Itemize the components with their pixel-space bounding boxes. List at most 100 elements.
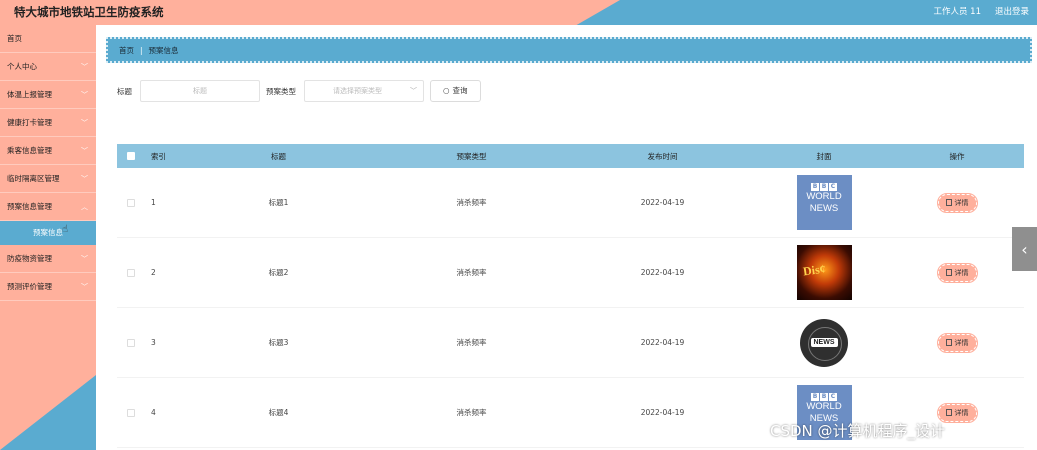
row-index: 4 — [151, 408, 156, 417]
row-cover-cell: NEWS — [758, 315, 890, 370]
row-checkbox[interactable] — [127, 338, 135, 347]
header-checkbox-cell — [117, 152, 145, 160]
bbc-block: B — [811, 183, 819, 191]
sidebar-item-temperature[interactable]: 体温上报管理 ﹀ — [0, 81, 96, 109]
detail-button[interactable]: 详情 — [936, 262, 978, 283]
query-button-label: 查询 — [452, 86, 468, 95]
bbc-block: C — [829, 393, 837, 401]
bbc-block: B — [820, 393, 828, 401]
sidebar-item-label: 个人中心 — [7, 62, 37, 71]
sidebar-item-label: 体温上报管理 — [7, 90, 52, 99]
row-checkbox[interactable] — [127, 408, 135, 417]
row-title: 标题2 — [268, 268, 289, 277]
row-op-cell: 详情 — [890, 402, 1024, 423]
chevron-down-icon: ﹀ — [81, 175, 88, 183]
chevron-down-icon: ﹀ — [81, 63, 88, 71]
row-checkbox[interactable] — [127, 198, 135, 207]
sidebar-item-plan[interactable]: 预案信息管理 ︿ — [0, 193, 96, 221]
detail-button[interactable]: 详情 — [936, 192, 978, 213]
table-row: 1 标题1 消杀频率 2022-04-19 B B C WORLD NEWS 详… — [117, 168, 1024, 238]
chevron-up-icon: ︿ — [81, 203, 88, 211]
row-type: 消杀频率 — [456, 198, 487, 207]
row-type: 消杀频率 — [456, 268, 487, 277]
bbc-line-2: NEWS — [809, 203, 839, 214]
search-icon: ○ — [443, 86, 450, 95]
row-index: 3 — [151, 338, 156, 347]
sidebar: 首页 个人中心 ﹀ 体温上报管理 ﹀ 健康打卡管理 ﹀ 乘客信息管理 ﹀ 临时隔… — [0, 25, 96, 450]
cover-image-bbc: B B C WORLD NEWS — [796, 175, 852, 230]
sidebar-subitem-plan-info[interactable]: 预案信息 — [0, 221, 96, 245]
type-label: 预案类型 — [266, 86, 296, 96]
row-op-cell: 详情 — [890, 262, 1024, 283]
type-select[interactable]: 请选择预案类型 ﹀ — [304, 80, 424, 102]
row-checkbox-cell — [117, 338, 145, 347]
header-op: 操作 — [949, 151, 965, 161]
sidebar-item-label: 临时隔离区管理 — [7, 174, 60, 183]
document-icon — [945, 409, 952, 416]
header-index: 索引 — [151, 151, 166, 161]
select-all-checkbox[interactable] — [127, 152, 135, 160]
bbc-block: C — [829, 183, 837, 191]
header-user-area: 工作人员 11 退出登录 — [933, 5, 1029, 17]
row-title: 标题3 — [268, 338, 289, 347]
chevron-down-icon: ﹀ — [410, 87, 417, 95]
chevron-down-icon: ﹀ — [81, 255, 88, 263]
sidebar-item-label: 防疫物资管理 — [7, 254, 52, 263]
detail-button-label: 详情 — [954, 408, 969, 417]
header-title: 标题 — [271, 151, 286, 161]
breadcrumb-home[interactable]: 首页 — [119, 45, 134, 56]
sidebar-item-label: 健康打卡管理 — [7, 118, 52, 127]
sidebar-item-health-checkin[interactable]: 健康打卡管理 ﹀ — [0, 109, 96, 137]
bbc-logo: B B C — [797, 393, 852, 401]
type-select-placeholder: 请选择预案类型 — [333, 87, 382, 95]
document-icon — [945, 269, 952, 276]
row-checkbox-cell — [117, 408, 145, 417]
sidebar-item-label: 预测评价管理 — [7, 282, 52, 291]
sidebar-item-evaluation[interactable]: 预测评价管理 ﹀ — [0, 273, 96, 301]
title-input[interactable]: 标题 — [140, 80, 260, 102]
row-title: 标题1 — [268, 198, 289, 207]
sidebar-item-personal-center[interactable]: 个人中心 ﹀ — [0, 53, 96, 81]
sidebar-decoration — [0, 375, 96, 450]
query-button[interactable]: ○ 查询 — [430, 80, 481, 102]
detail-button[interactable]: 详情 — [936, 332, 978, 353]
row-type: 消杀频率 — [456, 408, 487, 417]
sidebar-item-supplies[interactable]: 防疫物资管理 ﹀ — [0, 245, 96, 273]
chevron-down-icon: ﹀ — [81, 147, 88, 155]
row-title: 标题4 — [268, 408, 289, 417]
fire-text: Dis¢ — [801, 261, 826, 279]
row-index: 2 — [151, 268, 156, 277]
header-type: 预案类型 — [456, 151, 487, 161]
sidebar-item-isolation[interactable]: 临时隔离区管理 ﹀ — [0, 165, 96, 193]
row-checkbox[interactable] — [127, 268, 135, 277]
table-row: 2 标题2 消杀频率 2022-04-19 Dis¢ 详情 — [117, 238, 1024, 308]
row-type: 消杀频率 — [456, 338, 487, 347]
title-label: 标题 — [117, 86, 132, 96]
sidebar-item-label: 首页 — [7, 34, 22, 43]
app-title: 特大城市地铁站卫生防疫系统 — [14, 5, 164, 19]
row-time: 2022-04-19 — [640, 338, 685, 347]
detail-button-label: 详情 — [954, 198, 969, 207]
globe-icon: NEWS — [800, 318, 848, 367]
row-time: 2022-04-19 — [640, 408, 685, 417]
sidebar-item-label: 乘客信息管理 — [7, 146, 52, 155]
row-op-cell: 详情 — [890, 192, 1024, 213]
hand-cursor-icon: ☝ — [62, 224, 69, 235]
row-checkbox-cell — [117, 268, 145, 277]
sidebar-item-passenger[interactable]: 乘客信息管理 ﹀ — [0, 137, 96, 165]
row-checkbox-cell — [117, 198, 145, 207]
cover-image-globe: NEWS — [796, 315, 852, 370]
row-time: 2022-04-19 — [640, 198, 685, 207]
panel-toggle-button[interactable]: ‹ — [1012, 227, 1037, 271]
sidebar-item-home[interactable]: 首页 — [0, 25, 96, 53]
row-cover-cell: Dis¢ — [758, 245, 890, 300]
user-label[interactable]: 工作人员 11 — [933, 5, 981, 17]
bbc-block: B — [811, 393, 819, 401]
breadcrumb: 首页 | 预案信息 — [106, 37, 1032, 63]
logout-link[interactable]: 退出登录 — [995, 5, 1029, 17]
breadcrumb-current: 预案信息 — [148, 45, 179, 55]
detail-button[interactable]: 详情 — [936, 402, 978, 423]
chevron-down-icon: ﹀ — [81, 283, 88, 291]
top-header: 特大城市地铁站卫生防疫系统 工作人员 11 退出登录 — [0, 0, 1037, 25]
sidebar-item-label: 预案信息管理 — [7, 202, 52, 211]
